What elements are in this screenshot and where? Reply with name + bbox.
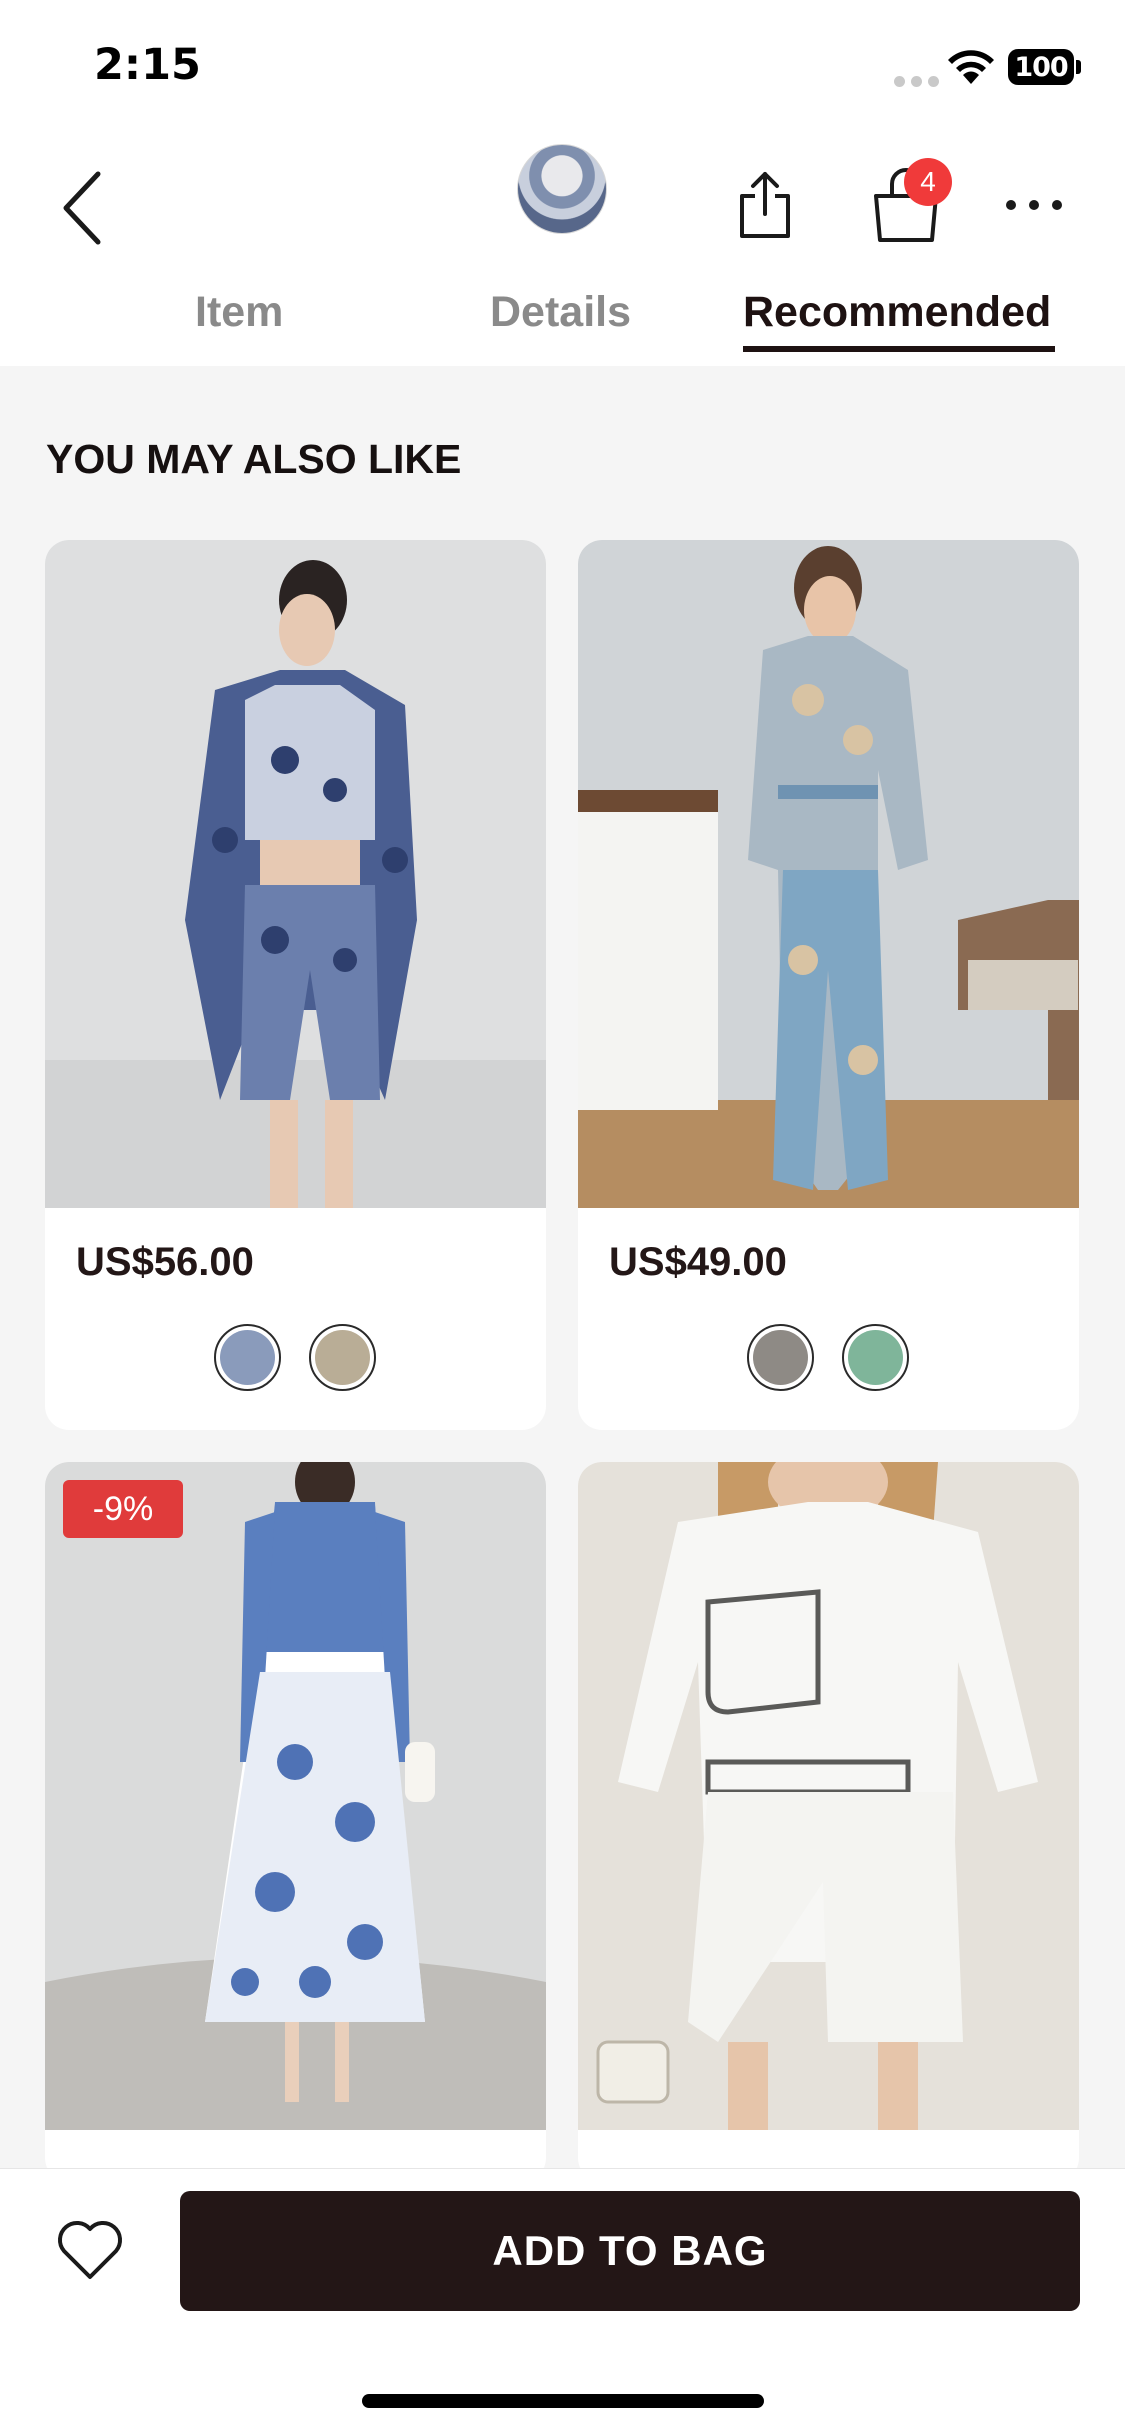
discount-badge: -9% (63, 1480, 183, 1538)
product-price: US$56.00 (76, 1240, 254, 1284)
bag-count-badge: 4 (904, 158, 952, 206)
recommendations-section: YOU MAY ALSO LIKE US$56.00 US$49.00 -9% (0, 366, 1125, 2168)
back-icon[interactable] (58, 168, 108, 248)
color-swatch[interactable] (214, 1324, 281, 1391)
nav-header: 4 (0, 130, 1125, 280)
color-swatch[interactable] (747, 1324, 814, 1391)
section-title: YOU MAY ALSO LIKE (46, 436, 462, 482)
product-image[interactable] (45, 540, 546, 1208)
battery-level: 100 (1014, 51, 1068, 83)
product-image[interactable] (578, 1462, 1079, 2130)
product-card[interactable]: US$56.00 (45, 540, 546, 1430)
product-image[interactable] (578, 540, 1079, 1208)
home-indicator (362, 2394, 764, 2408)
product-card[interactable]: -9% (45, 1462, 546, 2168)
product-price: US$49.00 (609, 1240, 787, 1284)
add-to-bag-button[interactable]: ADD TO BAG (180, 2191, 1080, 2311)
product-card[interactable]: US$49.00 (578, 540, 1079, 1430)
product-card[interactable] (578, 1462, 1079, 2168)
status-bar: 2:15 100 (0, 0, 1125, 130)
color-swatch[interactable] (309, 1324, 376, 1391)
battery-icon: 100 (1008, 49, 1074, 85)
heart-icon[interactable] (56, 2219, 124, 2281)
tab-recommended[interactable]: Recommended (743, 288, 1051, 337)
status-time: 2:15 (94, 40, 201, 90)
share-icon[interactable] (736, 170, 794, 240)
product-thumbnail[interactable] (517, 144, 607, 234)
wifi-icon (948, 50, 994, 84)
tab-details[interactable]: Details (490, 288, 631, 337)
tab-item[interactable]: Item (195, 288, 283, 337)
more-icon[interactable] (1006, 200, 1062, 210)
color-swatch[interactable] (842, 1324, 909, 1391)
color-swatches (214, 1324, 376, 1391)
cellular-signal-icon (894, 76, 939, 87)
product-image[interactable] (45, 1462, 546, 2130)
color-swatches (747, 1324, 909, 1391)
tab-bar: Item Details Recommended (0, 280, 1125, 366)
active-tab-indicator (743, 346, 1055, 352)
battery-nub (1076, 60, 1081, 74)
